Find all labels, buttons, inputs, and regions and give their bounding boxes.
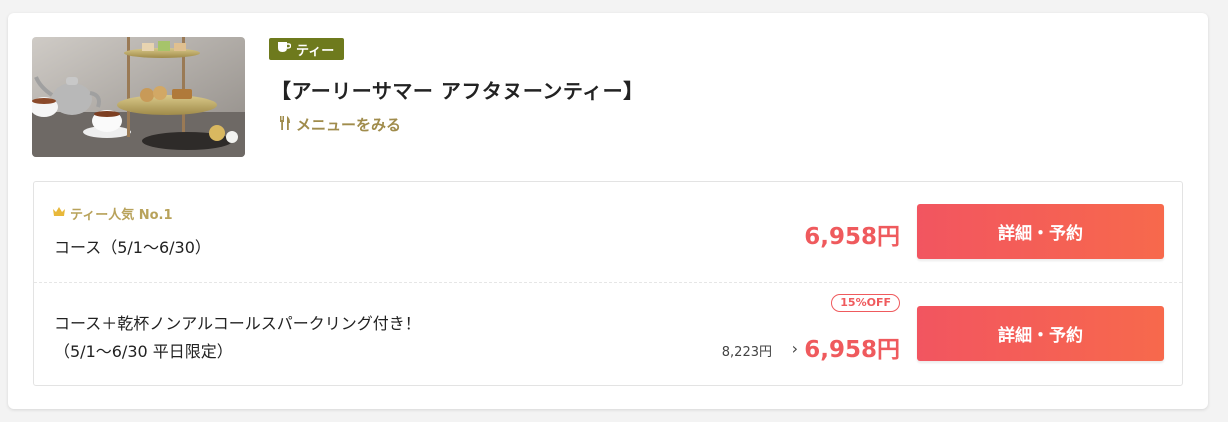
category-badge: ティー — [269, 38, 345, 60]
afternoon-tea-photo[interactable] — [32, 37, 245, 157]
course-name: コース（5/1〜6/30） — [54, 238, 211, 257]
original-price: 8,223円 — [721, 345, 772, 360]
cup-icon — [277, 41, 292, 57]
view-menu-link[interactable]: メニューをみる — [279, 114, 401, 135]
details-reserve-button[interactable]: 詳細・予約 — [917, 204, 1164, 259]
view-menu-label: メニューをみる — [296, 116, 402, 134]
course-price: 6,958円 — [804, 224, 900, 250]
course-row: ティー人気 No.1 コース（5/1〜6/30） 6,958円 詳細・予約 — [34, 182, 1182, 282]
plan-title[interactable]: 【アーリーサマー アフタヌーンティー】 — [271, 75, 644, 104]
popular-badge: ティー人気 No.1 — [52, 204, 173, 223]
course-price: 6,958円 — [804, 337, 900, 363]
course-row: コース＋乾杯ノンアルコールスパークリング付き！ （5/1〜6/30 平日限定） … — [34, 283, 1182, 385]
popular-badge-label: ティー人気 No.1 — [70, 208, 173, 223]
category-label: ティー — [296, 43, 335, 59]
crown-icon — [52, 206, 66, 222]
details-reserve-button[interactable]: 詳細・予約 — [917, 306, 1164, 361]
course-name: コース＋乾杯ノンアルコールスパークリング付き！ （5/1〜6/30 平日限定） — [54, 310, 421, 366]
course-name-line1: コース＋乾杯ノンアルコールスパークリング付き！ — [54, 314, 421, 333]
course-list: ティー人気 No.1 コース（5/1〜6/30） 6,958円 詳細・予約 コー… — [33, 181, 1183, 386]
plan-card: ティー 【アーリーサマー アフタヌーンティー】 メニューをみる ティー人気 No… — [8, 13, 1208, 409]
cutlery-icon — [279, 115, 291, 134]
chevron-right-icon: › — [791, 339, 798, 358]
discount-badge: 15%OFF — [831, 294, 900, 312]
course-name-line2: （5/1〜6/30 平日限定） — [54, 342, 233, 361]
